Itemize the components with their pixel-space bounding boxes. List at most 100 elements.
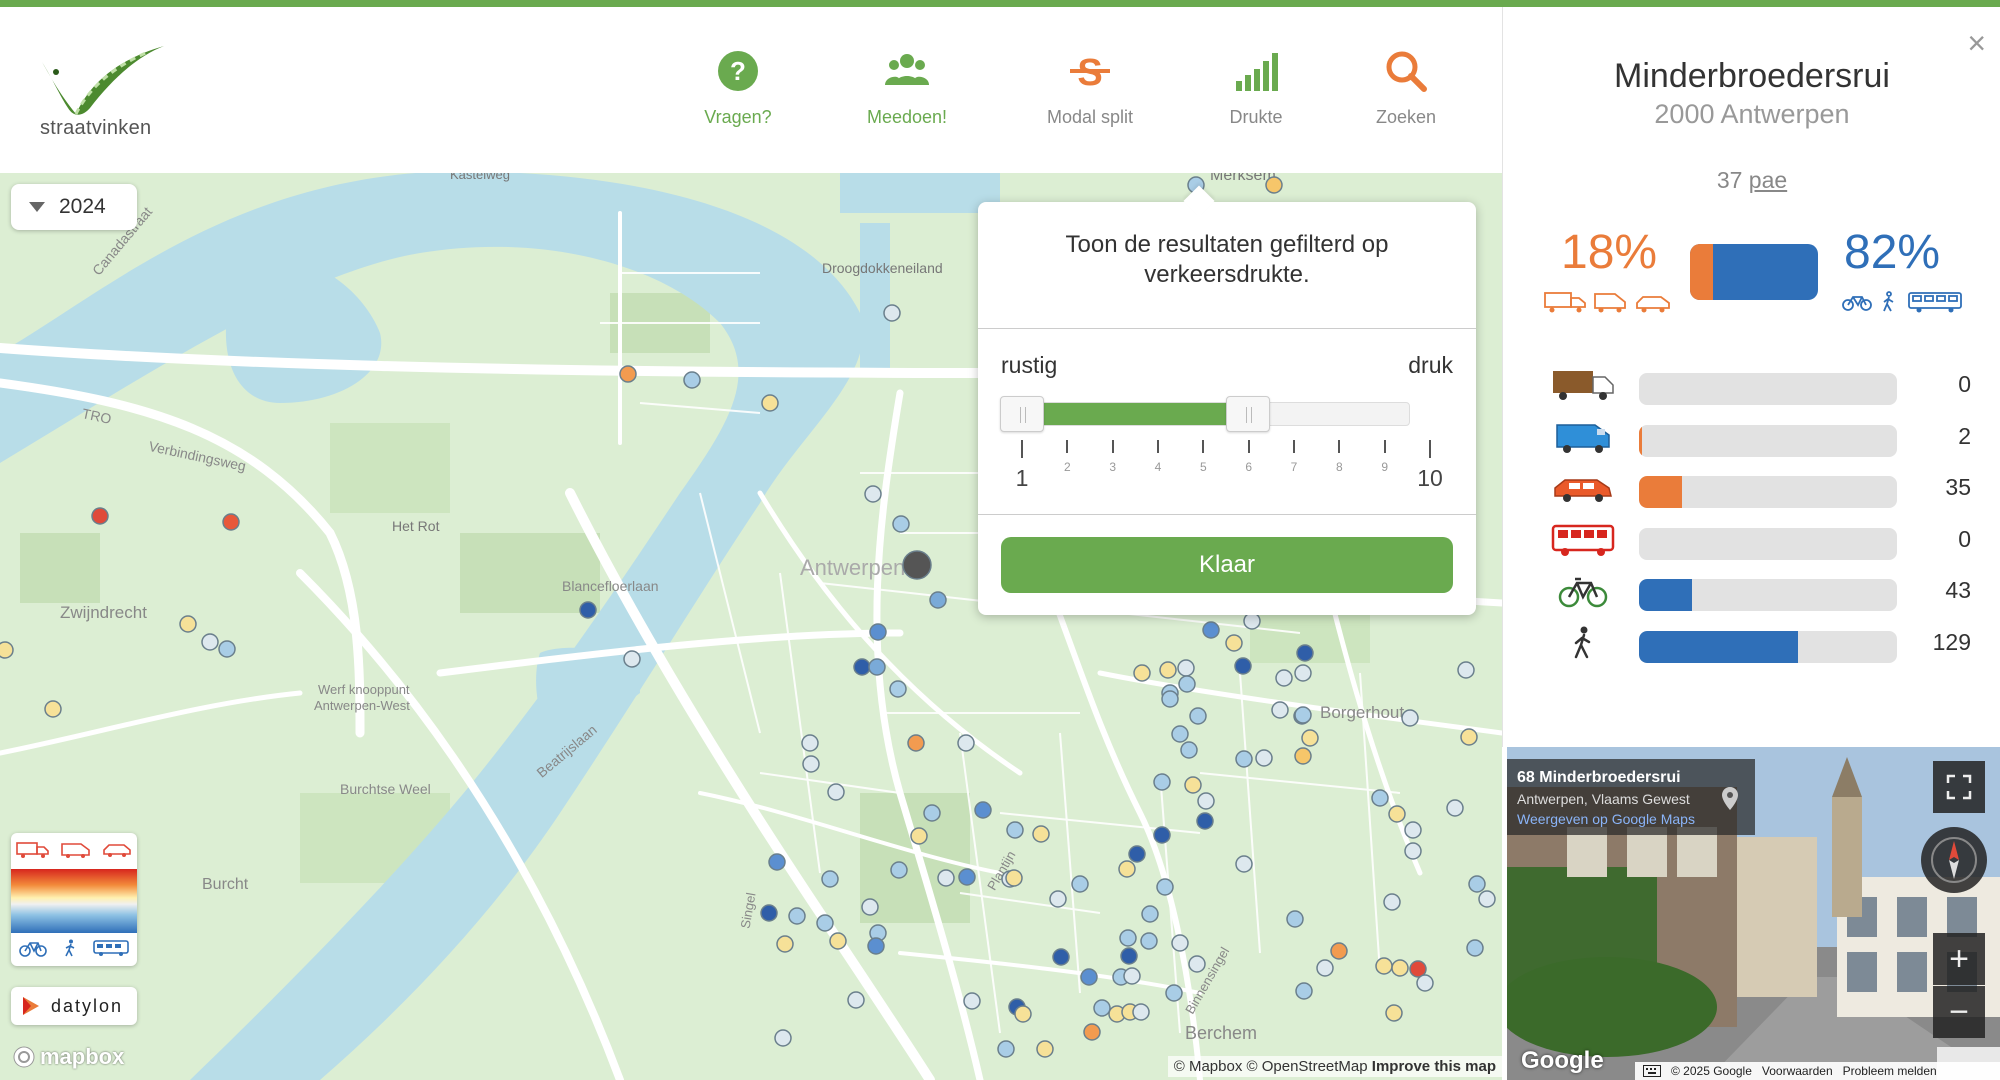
- count-marker: [1184, 776, 1202, 794]
- attribution-osm-link[interactable]: © OpenStreetMap: [1247, 1058, 1368, 1075]
- count-marker: [1296, 644, 1314, 662]
- zoom-out-icon[interactable]: −: [1933, 986, 1985, 1038]
- year-value: 2024: [59, 195, 106, 218]
- mode-count: 129: [1932, 628, 1971, 655]
- count-marker: [997, 1040, 1015, 1058]
- nav-label: Zoeken: [1375, 107, 1437, 127]
- attribution-mapbox-link[interactable]: © Mapbox: [1174, 1058, 1243, 1075]
- nav-modal-split[interactable]: S Modal split: [1020, 49, 1160, 128]
- chevron-down-icon: [29, 202, 45, 212]
- map-attribution: © Mapbox © OpenStreetMap Improve this ma…: [1167, 1056, 1502, 1077]
- count-marker: [1416, 974, 1434, 992]
- count-marker: [821, 870, 839, 888]
- street-name: Minderbroedersrui: [1614, 57, 1890, 95]
- street-view-address: 68 Minderbroedersrui: [1517, 769, 1681, 786]
- mode-count: 43: [1945, 577, 1971, 603]
- pae-value: 37: [1716, 167, 1743, 193]
- report-problem-link[interactable]: Probleem melden: [1843, 1064, 1937, 1078]
- slider-handle-min[interactable]: [1000, 396, 1044, 432]
- modal-split-motor-fill: [1690, 244, 1714, 300]
- count-marker: [623, 650, 641, 668]
- open-in-google-maps-link[interactable]: Weergeven op Google Maps: [1517, 811, 1745, 827]
- slider-tick: [1247, 440, 1250, 453]
- count-marker: [761, 394, 779, 412]
- slider-tick: [1021, 440, 1023, 458]
- mode-bar-track: [1639, 476, 1897, 508]
- year-selector[interactable]: 2024: [11, 184, 137, 230]
- count-marker: [1141, 905, 1159, 923]
- street-view[interactable]: 68 Minderbroedersrui Antwerpen, Vlaams G…: [1507, 747, 2000, 1080]
- count-marker: [1235, 855, 1253, 873]
- fullscreen-icon[interactable]: [1933, 761, 1985, 813]
- mapbox-logo[interactable]: mapbox: [12, 1044, 124, 1070]
- count-marker: [683, 371, 701, 389]
- klaar-button[interactable]: Klaar: [1001, 537, 1453, 593]
- mode-count: 2: [1958, 422, 1971, 449]
- street-view-footer: © 2025 Google Voorwaarden Probleem melde…: [1635, 1062, 2000, 1080]
- nav-label: Drukte: [1229, 107, 1283, 127]
- mode-bar-track: [1639, 527, 1897, 560]
- count-marker: [1120, 947, 1138, 965]
- mode-count: 0: [1958, 371, 1971, 397]
- datylon-logo-icon: [23, 997, 39, 1015]
- count-marker: [1052, 948, 1070, 966]
- datylon-badge[interactable]: datylon: [11, 987, 137, 1025]
- count-marker: [1032, 825, 1050, 843]
- compass-icon[interactable]: [1921, 827, 1987, 893]
- search-icon: [1386, 51, 1427, 92]
- count-marker: [1294, 664, 1312, 682]
- count-marker: [1316, 959, 1334, 977]
- count-marker: [1159, 661, 1177, 679]
- count-marker: [907, 734, 925, 752]
- mode-count: 0: [1958, 525, 1971, 552]
- nav-meedoen[interactable]: Meedoen!: [837, 49, 977, 128]
- nav-zoeken[interactable]: Zoeken: [1336, 49, 1476, 128]
- count-marker: [861, 898, 879, 916]
- count-marker: [801, 734, 819, 752]
- count-marker: [1294, 747, 1312, 765]
- count-marker: [883, 304, 901, 322]
- count-marker: [1388, 805, 1406, 823]
- street-view-region: Antwerpen, Vlaams Gewest: [1517, 791, 1690, 807]
- count-marker: [853, 658, 871, 676]
- count-marker: [957, 734, 975, 752]
- keyboard-icon[interactable]: [1643, 1065, 1661, 1077]
- nav-vragen[interactable]: ? Vragen?: [668, 49, 808, 128]
- street-view-info: 68 Minderbroedersrui Antwerpen, Vlaams G…: [1507, 759, 1755, 835]
- location-pin-icon[interactable]: [1721, 787, 1739, 811]
- count-marker: [1301, 729, 1319, 747]
- slider-handle-max[interactable]: [1226, 396, 1270, 432]
- count-marker: [1014, 1005, 1032, 1023]
- slider-tick: [1293, 440, 1295, 453]
- count-marker: [910, 827, 928, 845]
- mode-row-car: 35: [1503, 470, 2000, 510]
- zoom-in-icon[interactable]: +: [1933, 933, 1985, 985]
- nav-drukte[interactable]: Drukte: [1186, 49, 1326, 128]
- slider-tick-label: 1: [1015, 465, 1029, 491]
- pae-unit-link[interactable]: pae: [1749, 167, 1787, 193]
- count-marker: [1401, 709, 1419, 727]
- count-marker: [829, 932, 847, 950]
- top-accent-bar: [0, 0, 2000, 7]
- count-marker: [1165, 984, 1183, 1002]
- count-marker: [1478, 890, 1496, 908]
- count-marker: [1255, 749, 1273, 767]
- count-marker: [774, 1029, 792, 1047]
- slider-tick-label: 10: [1417, 465, 1443, 491]
- question-icon: ?: [718, 51, 758, 91]
- city-name: 2000 Antwerpen: [1654, 99, 1850, 129]
- slider-low-label: rustig: [1001, 352, 1058, 378]
- count-marker: [816, 914, 834, 932]
- count-marker: [1161, 690, 1179, 708]
- truck-icon: [16, 842, 50, 858]
- count-marker: [1375, 957, 1393, 975]
- pedestrian-icon: [1551, 625, 1615, 665]
- bike-icon: [1551, 573, 1615, 613]
- count-marker: [1188, 955, 1206, 973]
- car-icon: [1551, 470, 1615, 510]
- count-marker: [1460, 728, 1478, 746]
- terms-link[interactable]: Voorwaarden: [1762, 1064, 1833, 1078]
- improve-map-link[interactable]: Improve this map: [1372, 1058, 1496, 1075]
- mode-bar-fill: [1639, 424, 1642, 457]
- count-marker: [1383, 893, 1401, 911]
